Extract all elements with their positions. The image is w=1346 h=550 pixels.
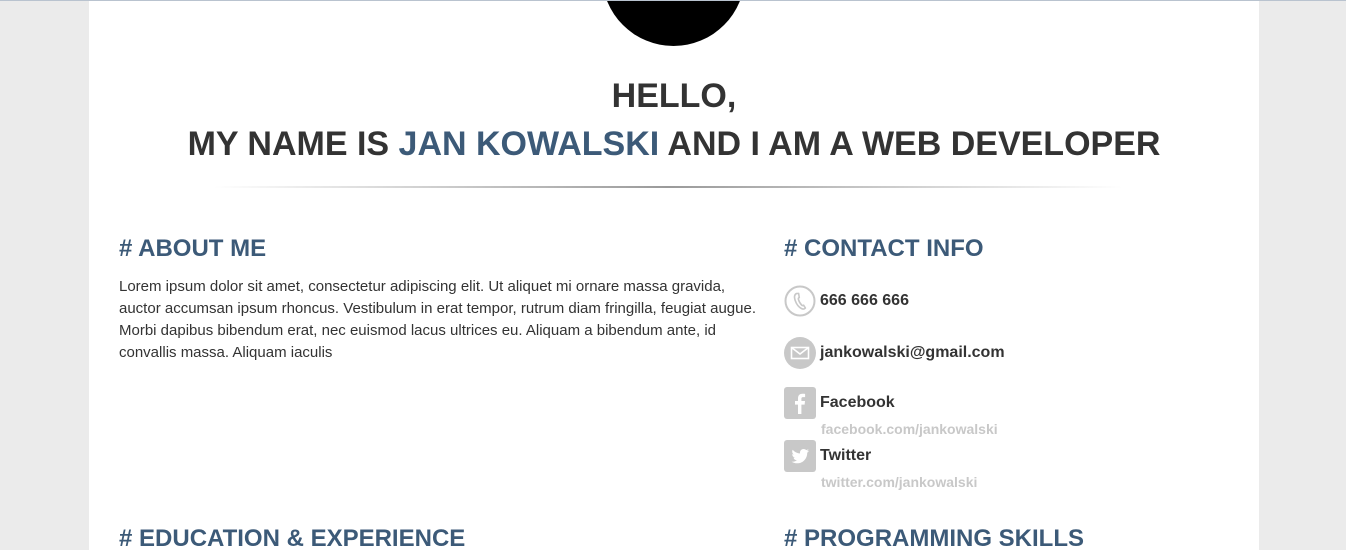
phone-icon <box>784 285 816 317</box>
twitter-icon <box>784 440 816 472</box>
hero-divider <box>214 186 1122 188</box>
email-address[interactable]: jankowalski@gmail.com <box>820 343 1005 363</box>
facebook-icon <box>784 387 816 419</box>
hero-greeting: HELLO, <box>611 77 737 115</box>
twitter-link[interactable]: twitter.com/jankowalski <box>821 473 977 491</box>
mail-icon <box>784 337 816 369</box>
phone-number[interactable]: 666 666 666 <box>820 291 909 311</box>
skills-title: # PROGRAMMING SKILLS <box>784 525 1085 550</box>
facebook-label: Facebook <box>820 394 895 411</box>
about-title: # ABOUT ME <box>119 235 267 262</box>
hero-intro-suffix: AND I AM A WEB DEVELOPER <box>659 125 1161 163</box>
facebook-link[interactable]: facebook.com/jankowalski <box>821 420 998 438</box>
hero-heading: HELLO, MY NAME IS JAN KOWALSKI AND I AM … <box>89 72 1259 168</box>
resume-page: HELLO, MY NAME IS JAN KOWALSKI AND I AM … <box>89 1 1259 550</box>
hero-name: JAN KOWALSKI <box>398 125 660 163</box>
avatar <box>602 1 745 46</box>
hero-intro-prefix: MY NAME IS <box>187 125 399 163</box>
twitter-label: Twitter <box>820 447 872 464</box>
contact-title: # CONTACT INFO <box>784 235 984 262</box>
education-title: # EDUCATION & EXPERIENCE <box>119 525 466 550</box>
about-text: Lorem ipsum dolor sit amet, consectetur … <box>119 278 756 361</box>
